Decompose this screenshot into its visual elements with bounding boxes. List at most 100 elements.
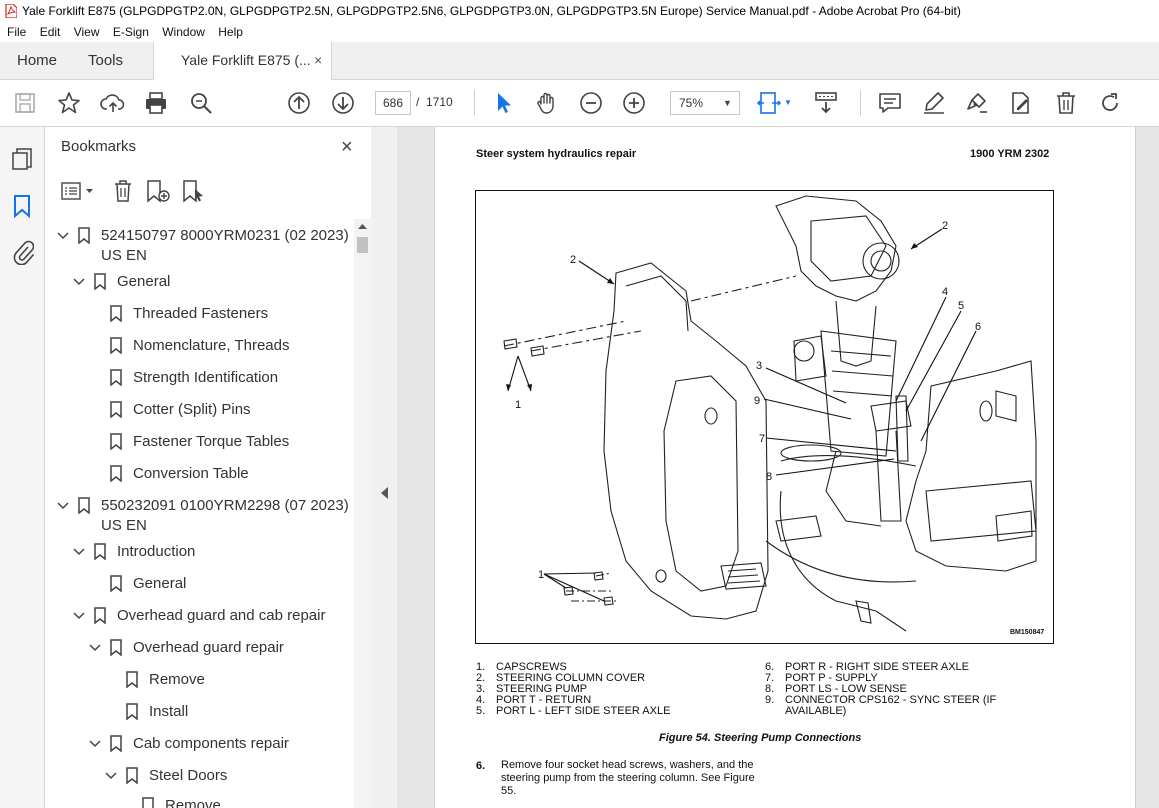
select-cursor-icon[interactable]: [490, 90, 516, 116]
callout-label: 1: [538, 569, 544, 581]
tab-tools[interactable]: Tools: [88, 42, 123, 79]
bookmark-label: 524150797 8000YRM0231 (02 2023): [101, 227, 349, 244]
bookmark-item[interactable]: Remove: [45, 796, 353, 808]
scrollbar-thumb[interactable]: [357, 237, 368, 253]
page-fit-icon[interactable]: [756, 90, 782, 116]
edit-pdf-icon[interactable]: [1008, 90, 1034, 116]
tab-document[interactable]: Yale Forklift E875 (... ×: [153, 42, 332, 80]
bookmark-item[interactable]: Conversion Table: [45, 464, 353, 484]
bookmark-item[interactable]: Strength Identification: [45, 368, 353, 388]
bookmark-tree: 524150797 8000YRM0231 (02 2023) US EN Ge…: [45, 219, 353, 808]
bookmark-item[interactable]: Threaded Fasteners: [45, 304, 353, 324]
expand-bookmark-icon[interactable]: [181, 179, 207, 203]
hand-tool-icon[interactable]: [534, 90, 560, 116]
chevron-down-icon[interactable]: [56, 496, 70, 516]
bookmark-icon: [142, 797, 154, 808]
bookmarks-panel: Bookmarks × 524150797 8000YRM0231 (02 20…: [45, 127, 372, 808]
callout-label: 5: [958, 300, 964, 312]
star-icon[interactable]: [56, 90, 82, 116]
previous-page-icon[interactable]: [286, 90, 312, 116]
bookmark-icon: [126, 767, 138, 784]
bookmark-item[interactable]: 524150797 8000YRM0231 (02 2023) US EN: [45, 226, 353, 266]
bookmark-label: Threaded Fasteners: [133, 305, 269, 322]
bookmark-panel-icon[interactable]: [13, 194, 31, 218]
zoom-search-icon[interactable]: [188, 90, 214, 116]
page-number-input[interactable]: 686: [375, 91, 411, 115]
figure-id: BM150847: [1010, 629, 1045, 636]
save-icon[interactable]: [12, 90, 38, 116]
comment-icon[interactable]: [877, 90, 903, 116]
menu-help[interactable]: Help: [218, 22, 243, 42]
bookmark-label: Strength Identification: [133, 369, 279, 386]
chevron-down-icon[interactable]: [104, 766, 118, 786]
menu-view[interactable]: View: [74, 22, 100, 42]
figure-frame: 2 2 1 3 4 5 6 9 7 8 1 BM150847: [475, 190, 1054, 644]
bookmark-item[interactable]: Fastener Torque Tables: [45, 432, 353, 452]
fill-sign-icon[interactable]: [964, 90, 990, 116]
delete-bookmark-icon[interactable]: [112, 179, 134, 203]
menu-edit[interactable]: Edit: [40, 22, 61, 42]
menu-file[interactable]: File: [7, 22, 26, 42]
delete-icon[interactable]: [1053, 90, 1079, 116]
chevron-down-icon[interactable]: [72, 272, 86, 292]
bookmark-item[interactable]: Cab components repair: [45, 734, 353, 754]
cloud-upload-icon[interactable]: [100, 90, 126, 116]
chevron-down-icon[interactable]: [88, 734, 102, 754]
callout-label: 2: [570, 254, 576, 266]
panel-splitter[interactable]: [371, 127, 397, 808]
chevron-down-icon[interactable]: [72, 606, 86, 626]
step-text: Remove four socket head screws, washers,…: [501, 759, 755, 797]
bookmark-icon: [110, 575, 122, 592]
bookmark-item[interactable]: Remove: [45, 670, 353, 690]
bookmark-item[interactable]: Overhead guard repair: [45, 638, 353, 658]
callout-label: 8: [766, 471, 772, 483]
step-number: 6.: [476, 760, 486, 772]
bookmark-item[interactable]: Install: [45, 702, 353, 722]
document-viewport[interactable]: Steer system hydraulics repair 1900 YRM …: [397, 127, 1159, 808]
zoom-level-select[interactable]: 75% ▼: [670, 91, 740, 115]
menu-esign[interactable]: E-Sign: [113, 22, 149, 42]
bookmark-icon: [110, 639, 122, 656]
new-bookmark-icon[interactable]: [145, 179, 171, 203]
bookmark-icon: [126, 703, 138, 720]
page-separator: /: [416, 95, 420, 109]
bookmark-item[interactable]: 550232091 0100YRM2298 (07 2023) US EN: [45, 496, 353, 536]
bookmark-item[interactable]: Overhead guard and cab repair: [45, 606, 353, 626]
bookmarks-scrollbar[interactable]: [354, 219, 371, 808]
bookmark-label: Nomenclature, Threads: [133, 337, 290, 354]
bookmark-icon: [110, 465, 122, 482]
bookmark-item[interactable]: General: [45, 272, 353, 292]
bookmark-icon: [110, 369, 122, 386]
toolbar-divider: [860, 90, 861, 116]
steering-pump-illustration: 2 2 1 3 4 5 6 9 7 8 1: [503, 195, 1037, 632]
tab-close-icon[interactable]: ×: [314, 42, 322, 79]
menu-window[interactable]: Window: [162, 22, 205, 42]
bookmark-label: Remove: [165, 797, 221, 808]
scroll-mode-icon[interactable]: [813, 90, 839, 116]
next-page-icon[interactable]: [330, 90, 356, 116]
zoom-in-icon[interactable]: [621, 90, 647, 116]
figure-caption: Figure 54. Steering Pump Connections: [659, 732, 862, 744]
chevron-down-icon[interactable]: [56, 226, 70, 246]
rotate-icon[interactable]: [1097, 90, 1123, 116]
bookmark-label: Remove: [149, 671, 205, 688]
attachment-icon[interactable]: [12, 239, 34, 265]
panel-close-icon[interactable]: ×: [341, 136, 353, 159]
zoom-out-icon[interactable]: [578, 90, 604, 116]
bookmark-item[interactable]: Steel Doors: [45, 766, 353, 786]
callout-label: 4: [942, 286, 948, 298]
bookmark-item[interactable]: Cotter (Split) Pins: [45, 400, 353, 420]
print-icon[interactable]: [143, 90, 169, 116]
scroll-up-icon[interactable]: [358, 223, 367, 229]
page-thumbnails-icon[interactable]: [11, 147, 33, 171]
bookmark-item[interactable]: Introduction: [45, 542, 353, 562]
bookmark-item[interactable]: Nomenclature, Threads: [45, 336, 353, 356]
highlight-pen-icon[interactable]: [921, 90, 947, 116]
chevron-down-icon[interactable]: [88, 638, 102, 658]
bookmark-item[interactable]: General: [45, 574, 353, 594]
chevron-down-icon[interactable]: [72, 542, 86, 562]
tab-home[interactable]: Home: [17, 42, 57, 79]
collapse-panel-icon[interactable]: [381, 487, 388, 499]
bookmark-options-icon[interactable]: [61, 180, 97, 202]
page-fit-chevron-icon[interactable]: ▼: [784, 98, 792, 107]
